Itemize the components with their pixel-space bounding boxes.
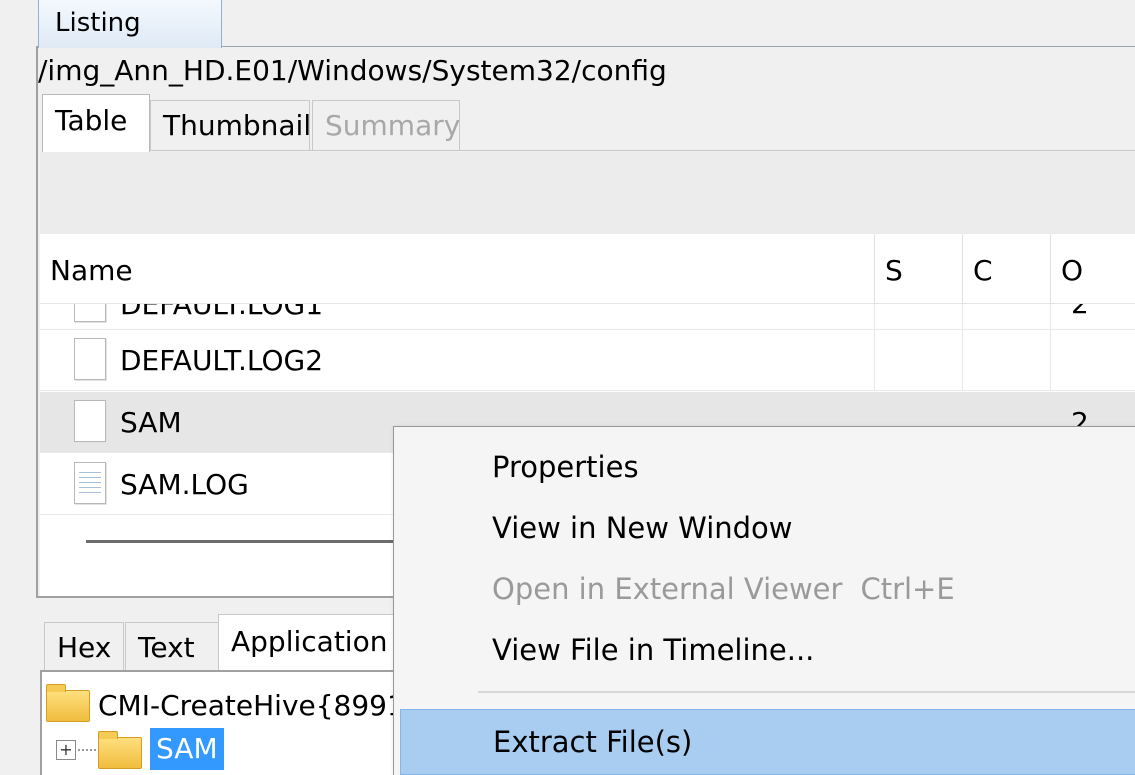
menu-item-open-in-external-viewer: Open in External Viewer Ctrl+E (400, 559, 1135, 619)
context-menu: Properties View in New Window Open in Ex… (393, 426, 1135, 775)
folder-icon (98, 731, 142, 769)
column-header-o[interactable]: O (1051, 234, 1135, 304)
file-name: SAM (120, 406, 182, 439)
tab-strip-divider (222, 46, 1135, 47)
column-header-name[interactable]: Name (40, 234, 875, 304)
cell-o (1051, 330, 1135, 391)
expand-icon[interactable]: + (56, 740, 76, 760)
menu-separator (478, 691, 1135, 693)
tab-table[interactable]: Table (42, 94, 150, 152)
menu-item-view-file-in-timeline[interactable]: View File in Timeline... (400, 620, 1135, 680)
menu-item-extract-files[interactable]: Extract File(s) (400, 709, 1135, 775)
menu-item-view-in-new-window[interactable]: View in New Window (400, 498, 1135, 558)
horizontal-scrollbar[interactable] (86, 540, 406, 543)
menu-item-shortcut: Ctrl+E (860, 572, 955, 606)
tab-text[interactable]: Text (125, 622, 219, 670)
column-header-c[interactable]: C (963, 234, 1051, 304)
log-file-icon (74, 462, 106, 504)
listing-toolbar (40, 152, 1135, 234)
file-name: SAM.LOG (120, 468, 249, 501)
tab-thumbnail[interactable]: Thumbnail (150, 100, 311, 150)
file-icon (74, 338, 106, 380)
tab-application[interactable]: Application (218, 614, 398, 670)
tab-hex[interactable]: Hex (44, 622, 124, 670)
current-path: /img_Ann_HD.E01/Windows/System32/config (38, 54, 667, 87)
tree-item-cmi-createhive[interactable]: CMI-CreateHive{8991 (98, 686, 398, 726)
folder-icon (46, 684, 90, 722)
listing-tab[interactable]: Listing (38, 0, 222, 48)
file-icon (74, 304, 106, 322)
file-name: DEFAULT.LOG1 (120, 304, 324, 321)
tree-item-sam[interactable]: SAM (150, 728, 224, 770)
column-header-s[interactable]: S (875, 234, 963, 304)
menu-item-label: Open in External Viewer (492, 572, 843, 606)
tree-connector (78, 749, 96, 751)
file-icon (74, 400, 106, 442)
tabs-underline (42, 150, 1135, 151)
table-header: Name S C O (40, 234, 1135, 304)
table-row[interactable]: DEFAULT.LOG2 (40, 330, 1135, 391)
menu-item-properties[interactable]: Properties (400, 437, 1135, 497)
tab-summary: Summary (312, 100, 460, 150)
table-row[interactable]: DEFAULT.LOG1 2 (40, 304, 1135, 330)
cell-o: 2 (1051, 304, 1135, 329)
file-name: DEFAULT.LOG2 (120, 344, 324, 377)
